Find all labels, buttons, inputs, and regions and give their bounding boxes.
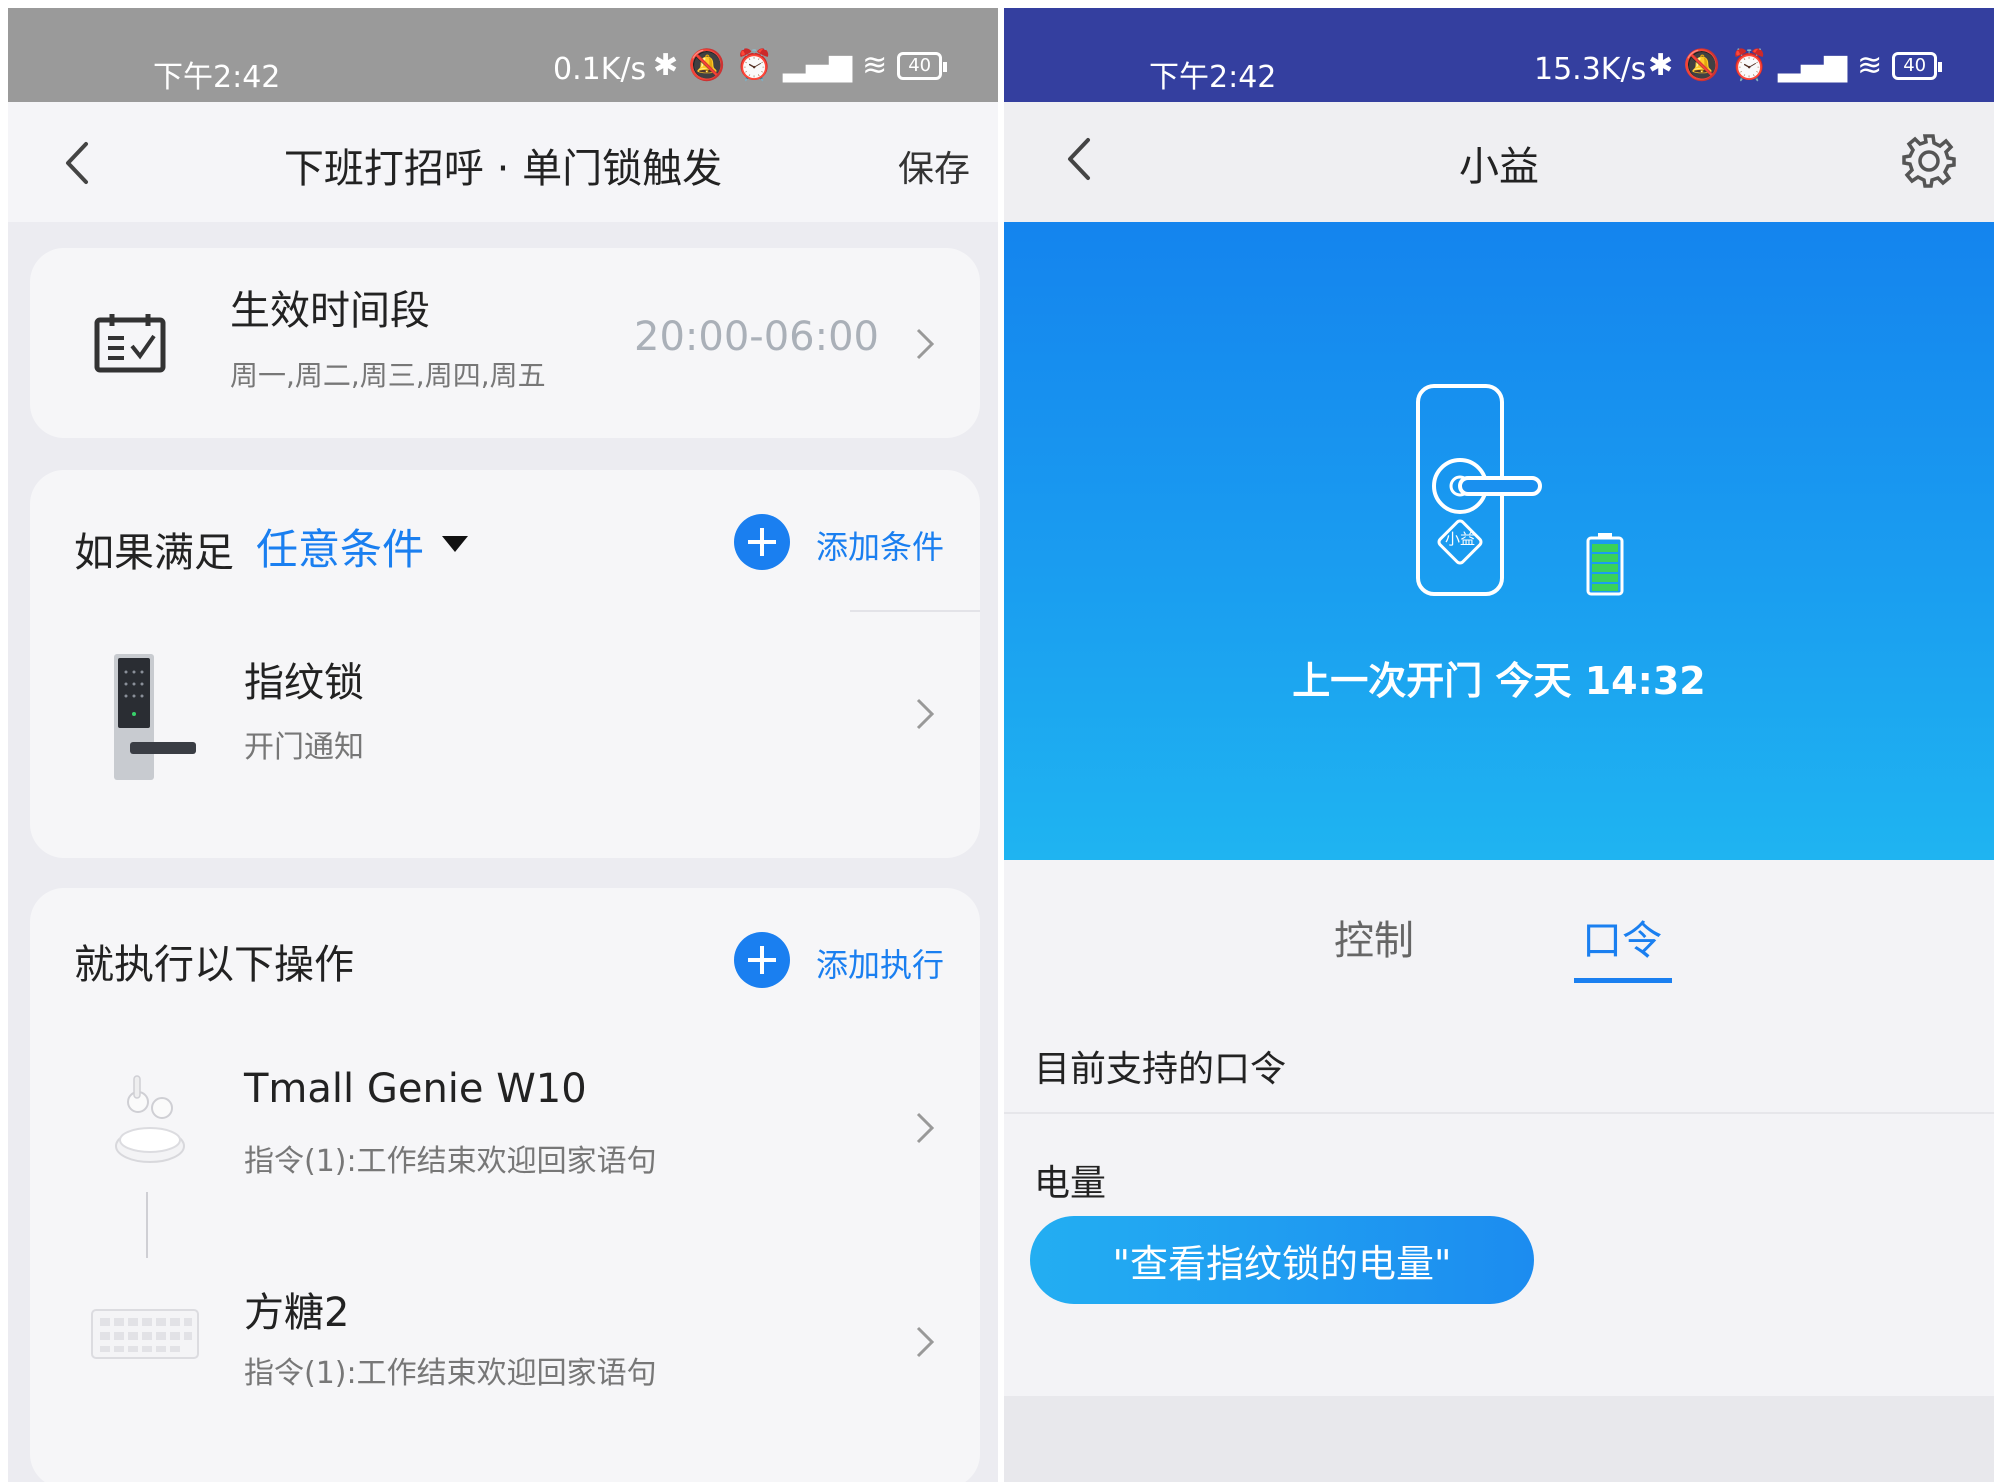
- condition-item-name: 指纹锁: [244, 660, 364, 706]
- actions-title: 就执行以下操作: [74, 942, 354, 988]
- mute-icon: 🔕: [1683, 48, 1721, 83]
- chevron-right-icon: [916, 328, 935, 360]
- chevron-right-icon: [916, 698, 935, 730]
- fingerprint-lock-device-icon: [114, 654, 196, 780]
- actions-card: 就执行以下操作 添加执行 Tmall Genie W10 指令(1):工作结束欢…: [30, 888, 980, 1482]
- device-hero-panel: 小益 上一次开门 今天 14:32: [1004, 222, 1994, 860]
- active-tab-indicator: [1574, 978, 1672, 983]
- app-header: 下班打招呼 · 单门锁触发 保存: [8, 102, 998, 222]
- status-bar: 下午2:42 0.1K/s ✱ 🔕 ⏰ ▂▄▆ ≋ 40: [8, 8, 998, 102]
- network-speed: 0.1K/s: [553, 52, 647, 87]
- divider: [1004, 1112, 1994, 1114]
- last-open-time: 上一次开门 今天 14:32: [1292, 659, 1706, 703]
- lock-brand-badge: 小益: [1444, 530, 1475, 548]
- device-detail-screen: 下午2:42 15.3K/s ✱ 🔕 ⏰ ▂▄▆ ≋ 40 小益 小益 上一次开…: [1004, 8, 1994, 1482]
- gear-icon[interactable]: [1900, 132, 1958, 190]
- condition-item-detail: 开门通知: [244, 730, 364, 765]
- earbuds-device-icon: [115, 1075, 185, 1163]
- schedule-card[interactable]: 生效时间段 周一,周二,周三,周四,周五 20:00-06:00: [30, 248, 980, 438]
- battery-command-button[interactable]: "查看指纹锁的电量": [1030, 1216, 1534, 1304]
- signal-icon: ▂▄▆: [782, 48, 853, 83]
- alarm-icon: ⏰: [735, 48, 773, 83]
- status-icons: ✱ 🔕 ⏰ ▂▄▆ ≋ 40: [653, 48, 948, 83]
- battery-icon: 40: [897, 51, 948, 80]
- status-time: 下午2:42: [153, 60, 281, 95]
- battery-section-label: 电量: [1034, 1163, 1107, 1204]
- door-lock-icon: [1416, 384, 1542, 596]
- alarm-icon: ⏰: [1730, 48, 1768, 83]
- action-item-name: 方糖2: [244, 1290, 350, 1336]
- add-condition-button[interactable]: 添加条件: [816, 522, 944, 568]
- schedule-days: 周一,周二,周三,周四,周五: [230, 359, 546, 392]
- condition-mode-selector[interactable]: 任意条件: [256, 516, 424, 577]
- action-item-detail: 指令(1):工作结束欢迎回家语句: [244, 1356, 657, 1391]
- tab-voice-command[interactable]: 口令: [1582, 908, 1662, 966]
- battery-icon: 40: [1892, 51, 1943, 80]
- calendar-check-icon: [94, 314, 166, 373]
- automation-edit-screen: 下午2:42 0.1K/s ✱ 🔕 ⏰ ▂▄▆ ≋ 40 下班打招呼 · 单门锁…: [8, 8, 998, 1482]
- status-bar: 下午2:42 15.3K/s ✱ 🔕 ⏰ ▂▄▆ ≋ 40: [1004, 8, 1994, 102]
- chevron-right-icon: [916, 1112, 935, 1144]
- page-title: 下班打招呼 · 单门锁触发: [283, 146, 723, 192]
- battery-level-icon: [1586, 533, 1624, 596]
- add-action-plus-icon[interactable]: [734, 932, 790, 988]
- status-icons: ✱ 🔕 ⏰ ▂▄▆ ≋ 40: [1648, 48, 1943, 83]
- wifi-icon: ≋: [1857, 48, 1883, 83]
- network-speed: 15.3K/s: [1534, 52, 1647, 87]
- tab-control[interactable]: 控制: [1334, 908, 1414, 966]
- if-label: 如果满足: [74, 530, 234, 576]
- add-condition-plus-icon[interactable]: [734, 514, 790, 570]
- schedule-title: 生效时间段: [230, 288, 430, 334]
- page-title: 小益: [1459, 144, 1539, 190]
- speaker-box-device-icon: [91, 1309, 199, 1359]
- signal-icon: ▂▄▆: [1777, 48, 1848, 83]
- divider: [850, 610, 980, 612]
- bottom-bar: [1004, 1396, 1994, 1482]
- add-action-button[interactable]: 添加执行: [816, 940, 944, 986]
- action-item-detail: 指令(1):工作结束欢迎回家语句: [244, 1144, 657, 1179]
- action-item-name: Tmall Genie W10: [244, 1066, 587, 1112]
- dropdown-triangle-icon[interactable]: [440, 534, 470, 554]
- connector-line: [146, 1192, 148, 1258]
- wifi-icon: ≋: [862, 48, 888, 83]
- mute-icon: 🔕: [688, 48, 726, 83]
- conditions-card: 如果满足 任意条件 添加条件 指纹锁 开门通知: [30, 470, 980, 858]
- schedule-time-range: 20:00-06:00: [634, 314, 879, 360]
- status-time: 下午2:42: [1149, 60, 1277, 95]
- supported-commands-label: 目前支持的口令: [1034, 1049, 1287, 1090]
- bluetooth-icon: ✱: [1648, 48, 1674, 83]
- bluetooth-icon: ✱: [653, 48, 679, 83]
- chevron-right-icon: [916, 1326, 935, 1358]
- app-header: 小益: [1004, 102, 1994, 310]
- save-button[interactable]: 保存: [898, 140, 970, 192]
